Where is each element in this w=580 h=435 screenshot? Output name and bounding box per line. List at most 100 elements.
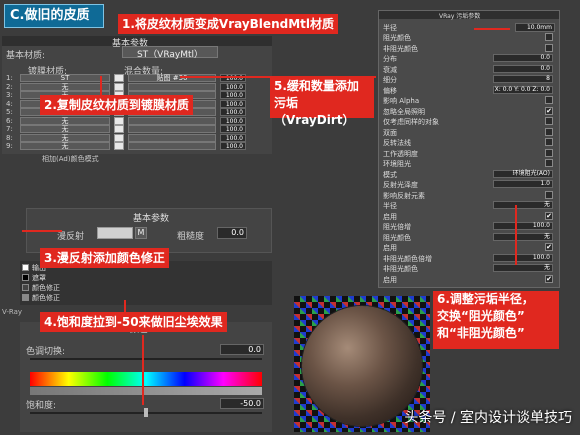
dirt-param-row: 非阻光颜色 无 bbox=[383, 264, 557, 273]
texture-list-item[interactable]: 颜色修正 bbox=[20, 283, 272, 292]
dirt-param-label: 半径 bbox=[383, 202, 397, 210]
dirt-param-value[interactable]: 0.0 bbox=[493, 54, 553, 62]
dirt-param-label: 影响反射元素 bbox=[383, 191, 425, 200]
coat-material-button[interactable]: 无 bbox=[20, 82, 110, 91]
dirt-param-checkbox[interactable] bbox=[545, 138, 553, 146]
blend-color-swatch[interactable] bbox=[114, 133, 124, 142]
coat-material-button[interactable]: 无 bbox=[20, 142, 110, 150]
dirt-param-row: 衰减 0.0 bbox=[383, 64, 557, 74]
blend-map-button[interactable] bbox=[128, 125, 216, 133]
dirt-param-value[interactable]: 无 bbox=[493, 201, 553, 209]
base-material-button[interactable]: ST（VRayMtl） bbox=[122, 46, 218, 60]
dirt-param-checkbox[interactable] bbox=[545, 96, 553, 104]
dirt-param-row: 启用 ✔ bbox=[383, 243, 557, 252]
blend-amount-input[interactable]: 100.0 bbox=[220, 125, 246, 133]
dirt-panel-header-label: VRay 污垢参数 bbox=[439, 13, 481, 20]
watermark: 头条号 / 室内设计谈单技巧 bbox=[404, 410, 572, 426]
blend-map-button[interactable] bbox=[128, 82, 216, 91]
coat-material-button[interactable]: 无 bbox=[20, 125, 110, 133]
blend-color-swatch[interactable] bbox=[114, 116, 124, 125]
dirt-param-value[interactable]: 无 bbox=[493, 264, 553, 272]
dirt-param-value[interactable]: 100.0 bbox=[493, 222, 553, 230]
dirt-param-row: 反转法线 bbox=[383, 138, 557, 147]
callout-1: 1.将皮纹材质变成VrayBlendMtl材质 bbox=[118, 14, 338, 34]
coat-material-button[interactable]: ST bbox=[20, 74, 110, 82]
blend-map-button[interactable] bbox=[128, 133, 216, 142]
blend-color-swatch[interactable] bbox=[114, 125, 124, 133]
blend-amount-input[interactable]: 100.0 bbox=[220, 91, 246, 99]
dirt-param-value[interactable]: 0.0 bbox=[493, 64, 553, 73]
blend-amount-input[interactable]: 100.0 bbox=[220, 99, 246, 108]
blend-row-index: 5: bbox=[6, 108, 13, 116]
callout-5: 5.缓和数量添加 污垢（VrayDirt） bbox=[270, 78, 374, 127]
saturation-input[interactable]: -50.0 bbox=[220, 398, 264, 409]
dirt-radius-label: 半径 bbox=[383, 24, 397, 32]
roughness-input[interactable]: 0.0 bbox=[217, 227, 247, 239]
callout-5-line1: 5.缓和数量添加 bbox=[274, 79, 359, 93]
dirt-param-value[interactable]: 8 bbox=[493, 75, 553, 83]
dirt-param-checkbox[interactable] bbox=[545, 127, 553, 136]
dirt-param-checkbox[interactable] bbox=[545, 159, 553, 167]
blend-row: 2: 无 100.0 bbox=[2, 82, 272, 91]
blend-amount-input[interactable]: 100.0 bbox=[220, 108, 246, 116]
hue-shift-input[interactable]: 0.0 bbox=[220, 344, 264, 355]
dirt-param-checkbox[interactable] bbox=[545, 148, 553, 157]
dirt-param-checkbox[interactable]: ✔ bbox=[545, 211, 553, 220]
texture-list-item[interactable]: 颜色修正 bbox=[20, 293, 272, 302]
blend-amount-input[interactable]: 100.0 bbox=[220, 142, 246, 150]
dirt-param-checkbox[interactable] bbox=[545, 190, 553, 199]
dirt-param-checkbox[interactable] bbox=[545, 33, 553, 41]
dirt-param-value[interactable]: 无 bbox=[493, 232, 553, 241]
dirt-param-label: 非阻光颜色 bbox=[383, 44, 418, 53]
dirt-param-row: 半径 无 bbox=[383, 201, 557, 210]
diffuse-map-button[interactable]: M bbox=[135, 227, 147, 239]
vray-tab[interactable]: V-Ray bbox=[2, 308, 22, 316]
arrow-3 bbox=[22, 230, 62, 232]
blend-color-swatch[interactable] bbox=[114, 74, 124, 82]
blend-amount-input[interactable]: 100.0 bbox=[220, 116, 246, 125]
hue-slider-track[interactable] bbox=[30, 358, 262, 360]
dirt-param-label: 反射光泽度 bbox=[383, 181, 418, 189]
blend-row: 6: 无 100.0 bbox=[2, 116, 272, 125]
dirt-radius-input[interactable]: 10.0mm bbox=[515, 23, 555, 32]
saturation-slider-handle[interactable] bbox=[144, 408, 148, 417]
dirt-param-value[interactable]: 100.0 bbox=[493, 253, 553, 262]
dirt-param-checkbox[interactable] bbox=[545, 43, 553, 52]
dirt-param-value[interactable]: 环境阻光(AO) bbox=[493, 169, 553, 178]
blend-color-swatch[interactable] bbox=[114, 142, 124, 150]
dirt-param-value[interactable]: X: 0.0 Y: 0.0 Z: 0.0 bbox=[493, 85, 553, 94]
dirt-param-checkbox[interactable]: ✔ bbox=[545, 106, 553, 115]
coat-material-button[interactable]: 无 bbox=[20, 116, 110, 125]
dirt-param-value[interactable]: 1.0 bbox=[493, 180, 553, 188]
color-correction-panel: V-Ray 颜色 色调切换: 0.0 饱和度: -50.0 bbox=[2, 308, 272, 432]
coat-material-button[interactable]: 无 bbox=[20, 133, 110, 142]
dirt-param-label: 忽略全局照明 bbox=[383, 107, 425, 116]
roughness-label: 粗糙度 bbox=[177, 232, 205, 242]
dirt-param-checkbox[interactable]: ✔ bbox=[545, 274, 553, 283]
blend-amount-input[interactable]: 100.0 bbox=[220, 133, 246, 142]
dirt-param-row: 非阻光颜色倍增 100.0 bbox=[383, 253, 557, 263]
dirt-param-label: 衰减 bbox=[383, 65, 397, 74]
texture-swatch-icon bbox=[22, 274, 29, 281]
blend-row-index: 6: bbox=[6, 116, 13, 125]
dirt-param-label: 偏移 bbox=[383, 86, 397, 95]
section-title: C.做旧的皮质 bbox=[4, 4, 104, 28]
blend-amount-input[interactable]: 100.0 bbox=[220, 82, 246, 91]
dirt-param-label: 双面 bbox=[383, 128, 397, 137]
blend-row-index: 1: bbox=[6, 74, 13, 82]
dirt-param-label: 分布 bbox=[383, 55, 397, 63]
texture-list-item[interactable]: 遮罩 bbox=[20, 273, 272, 282]
dirt-param-row: 环境阻光 bbox=[383, 159, 557, 168]
dirt-param-label: 阻光颜色 bbox=[383, 34, 411, 42]
blend-map-button[interactable] bbox=[128, 116, 216, 125]
arrow-6a bbox=[474, 28, 510, 30]
texture-list-label: 颜色修正 bbox=[32, 284, 60, 292]
blend-map-button[interactable] bbox=[128, 142, 216, 150]
dirt-param-checkbox[interactable]: ✔ bbox=[545, 243, 553, 251]
blend-color-swatch[interactable] bbox=[114, 82, 124, 91]
dirt-param-label: 环境阻光 bbox=[383, 160, 411, 168]
dirt-param-row: 分布 0.0 bbox=[383, 54, 557, 63]
blend-panel-header: 基本参数 bbox=[2, 36, 272, 49]
dirt-param-checkbox[interactable] bbox=[545, 117, 553, 125]
diffuse-color-swatch[interactable] bbox=[97, 227, 133, 239]
